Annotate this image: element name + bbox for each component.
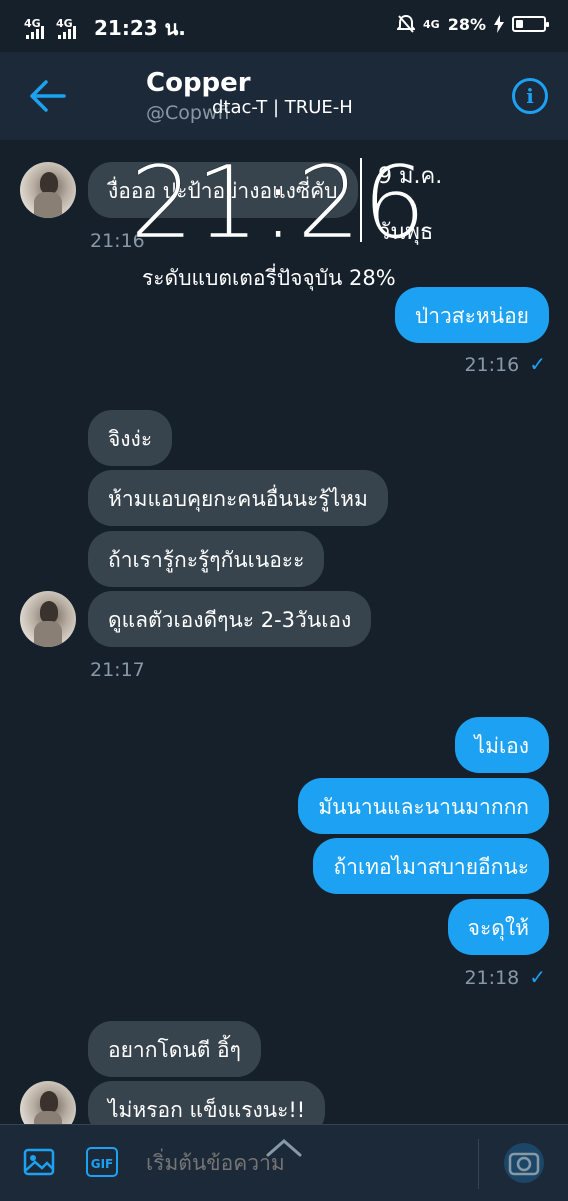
charging-icon — [494, 15, 504, 33]
battery-percent: 28% — [447, 14, 486, 34]
signal-icon: 4G — [24, 17, 50, 39]
message-bubble[interactable]: ป่าวสะหน่อย — [394, 287, 549, 343]
back-arrow-icon[interactable] — [28, 78, 68, 114]
overlay-divider — [360, 158, 362, 242]
conversation-header: Copper @Copwfi dtac-T | TRUE-H i — [0, 52, 568, 140]
overlay-date: 9 ม.ค. — [378, 164, 443, 189]
image-icon[interactable] — [22, 1145, 56, 1179]
message-bubble[interactable]: ไม่เอง — [454, 717, 549, 773]
composer-divider — [478, 1139, 479, 1189]
timestamp: 21:17 — [90, 659, 145, 681]
status-right: 4G 28% — [397, 14, 549, 34]
contact-name[interactable]: Copper — [146, 68, 251, 98]
gif-button[interactable]: GIF — [86, 1147, 118, 1177]
timestamp-text: 21:16 — [464, 354, 520, 376]
message-bubble[interactable]: จิงง่ะ — [88, 410, 173, 466]
sent-check-icon: ✓ — [529, 352, 546, 376]
message-bubble[interactable]: ห้ามแอบคุยกะคนอื่นนะรู้ไหม — [88, 470, 388, 526]
timestamp: 21:18 ✓ — [464, 965, 546, 989]
signal-icon: 4G — [56, 17, 82, 39]
info-icon[interactable]: i — [512, 78, 548, 114]
chevron-up-icon[interactable] — [264, 1137, 304, 1157]
timestamp-text: 21:18 — [464, 967, 520, 989]
status-clock: 21:23 น. — [94, 16, 186, 40]
alarm-off-icon — [397, 14, 416, 33]
overlay-day: วันพุธ — [378, 220, 434, 245]
message-bubble[interactable]: ดูแลตัวเองดีๆนะ 2-3วันเอง — [88, 591, 372, 647]
camera-icon[interactable] — [500, 1139, 548, 1187]
avatar[interactable] — [20, 162, 76, 218]
network-type: 4G — [423, 17, 440, 31]
timestamp: 21:16 ✓ — [464, 352, 546, 376]
sent-check-icon: ✓ — [529, 965, 546, 989]
avatar[interactable] — [20, 591, 76, 647]
overlay-battery-text: ระดับแบตเตอรี่ปัจจุบัน 28% — [142, 266, 396, 290]
message-bubble[interactable]: อยากโดนตี อิ้ๆ — [88, 1021, 261, 1077]
message-bubble[interactable]: ถ้าเทอไมาสบายอีกนะ — [313, 838, 549, 894]
status-left: 4G 4G 21:23 น. — [24, 12, 186, 44]
carrier-text: dtac-T | TRUE-H — [212, 97, 353, 118]
battery-icon — [512, 16, 549, 32]
message-bubble[interactable]: จะดุให้ — [447, 899, 549, 955]
message-bubble[interactable]: ถ้าเรารู้กะรู้ๆกันเนอะะ — [88, 531, 325, 587]
status-bar: 4G 4G 21:23 น. 4G 28% — [0, 0, 568, 52]
message-composer: GIF — [0, 1124, 568, 1201]
message-bubble[interactable]: มันนานและนานมากกก — [298, 778, 549, 834]
